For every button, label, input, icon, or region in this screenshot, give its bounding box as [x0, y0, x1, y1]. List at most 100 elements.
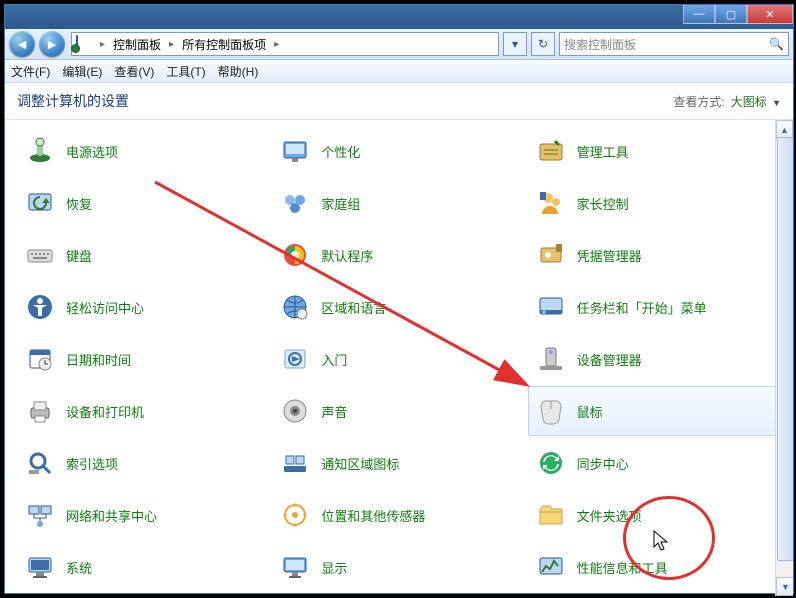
control-panel-item[interactable]: 显示 — [272, 542, 525, 592]
item-label: 日期和时间 — [66, 350, 131, 369]
control-panel-item[interactable]: 系统 — [17, 542, 270, 592]
recovery-icon — [24, 187, 56, 219]
minimize-button[interactable]: — — [683, 5, 715, 24]
menu-help[interactable]: 帮助(H) — [218, 63, 259, 80]
control-panel-item[interactable]: 键盘 — [17, 230, 270, 280]
region-icon — [279, 291, 311, 323]
search-input[interactable]: 搜索控制面板 🔍 — [559, 32, 789, 56]
view-by-selector[interactable]: 大图标 ▼ — [731, 93, 781, 110]
control-panel-item[interactable]: 任务栏和「开始」菜单 — [528, 282, 781, 332]
content-header: 调整计算机的设置 查看方式: 大图标 ▼ — [5, 83, 793, 120]
control-panel-item[interactable]: 索引选项 — [17, 438, 270, 488]
control-panel-item[interactable]: 同步中心 — [528, 438, 781, 488]
view-by-label: 查看方式: — [673, 93, 724, 110]
item-label: 网络和共享中心 — [66, 506, 157, 525]
datetime-icon — [24, 343, 56, 375]
mouse-icon — [535, 395, 567, 427]
vertical-scrollbar[interactable]: ▲ ▼ — [775, 120, 793, 596]
menubar: 文件(F) 编辑(E) 查看(V) 工具(T) 帮助(H) — [5, 60, 793, 83]
control-panel-item[interactable]: 声音 — [272, 386, 525, 436]
items-grid: 电源选项 个性化 管理工具恢复 家庭组家长控制键盘 默认程序 凭据管理器轻松访问中心区域和… — [5, 120, 793, 596]
system-icon — [24, 551, 56, 583]
address-bar: ◄ ► ▸ 控制面板 ▸ 所有控制面板项 ▸ ▾ ↻ 搜索控制面板 🔍 — [5, 29, 793, 60]
notif-icon — [279, 447, 311, 479]
control-panel-item[interactable]: 入门 — [272, 334, 525, 384]
control-panel-icon — [76, 36, 92, 52]
control-panel-item[interactable]: 家长控制 — [528, 178, 781, 228]
scroll-thumb[interactable] — [777, 137, 793, 561]
item-label: 个性化 — [321, 142, 360, 161]
chevron-down-icon: ▼ — [772, 98, 781, 108]
ease-icon — [24, 291, 56, 323]
breadcrumb-sep: ▸ — [98, 39, 107, 50]
refresh-button[interactable]: ↻ — [531, 32, 555, 56]
location-icon — [279, 499, 311, 531]
control-panel-item[interactable]: 个性化 — [272, 126, 525, 176]
devmgr-icon — [535, 343, 567, 375]
getstarted-icon — [279, 343, 311, 375]
item-label: 设备管理器 — [577, 350, 642, 369]
control-panel-item[interactable]: 通知区域图标 — [272, 438, 525, 488]
control-panel-item[interactable]: 文件夹选项 — [528, 490, 781, 540]
control-panel-item[interactable]: 性能信息和工具 — [528, 542, 781, 592]
control-panel-item[interactable]: 鼠标 — [528, 386, 781, 436]
item-label: 声音 — [321, 402, 347, 421]
menu-file[interactable]: 文件(F) — [11, 63, 50, 80]
sync-icon — [535, 447, 567, 479]
titlebar: — ▢ ✕ — [5, 5, 793, 29]
sound-icon — [279, 395, 311, 427]
control-panel-item[interactable]: 日期和时间 — [17, 334, 270, 384]
item-label: 鼠标 — [577, 402, 603, 421]
control-panel-item[interactable]: 网络和共享中心 — [17, 490, 270, 540]
homegroup-icon — [279, 187, 311, 219]
control-panel-item[interactable]: 恢复 — [17, 178, 270, 228]
folder-icon — [535, 499, 567, 531]
menu-edit[interactable]: 编辑(E) — [62, 63, 102, 80]
breadcrumb[interactable]: ▸ 控制面板 ▸ 所有控制面板项 ▸ — [71, 32, 499, 56]
control-panel-item[interactable]: 电源选项 — [17, 126, 270, 176]
credential-icon — [535, 239, 567, 271]
item-label: 性能信息和工具 — [577, 558, 668, 577]
control-panel-item[interactable]: 凭据管理器 — [528, 230, 781, 280]
control-panel-item[interactable]: 管理工具 — [528, 126, 781, 176]
item-label: 显示 — [321, 558, 347, 577]
item-label: 系统 — [66, 558, 92, 577]
control-panel-item[interactable]: 家庭组 — [272, 178, 525, 228]
control-panel-item[interactable]: 位置和其他传感器 — [272, 490, 525, 540]
item-label: 同步中心 — [577, 454, 629, 473]
item-label: 索引选项 — [66, 454, 118, 473]
search-placeholder: 搜索控制面板 — [564, 36, 636, 53]
view-by-value: 大图标 — [731, 95, 767, 109]
control-panel-item[interactable]: 默认程序 — [272, 230, 525, 280]
item-label: 恢复 — [66, 194, 92, 213]
page-title: 调整计算机的设置 — [17, 91, 129, 111]
close-button[interactable]: ✕ — [747, 5, 793, 24]
item-label: 通知区域图标 — [321, 454, 399, 473]
breadcrumb-part[interactable]: 所有控制面板项 — [182, 36, 266, 53]
address-dropdown-button[interactable]: ▾ — [503, 32, 527, 56]
control-panel-item[interactable]: 设备管理器 — [528, 334, 781, 384]
breadcrumb-part[interactable]: 控制面板 — [113, 36, 161, 53]
item-label: 默认程序 — [321, 246, 373, 265]
control-panel-item[interactable]: 区域和语言 — [272, 282, 525, 332]
maximize-button[interactable]: ▢ — [715, 5, 747, 24]
menu-tools[interactable]: 工具(T) — [166, 63, 205, 80]
back-button[interactable]: ◄ — [9, 31, 35, 57]
breadcrumb-sep: ▸ — [167, 39, 176, 50]
power-icon — [24, 135, 56, 167]
control-panel-item[interactable]: 轻松访问中心 — [17, 282, 270, 332]
control-panel-window: — ▢ ✕ ◄ ► ▸ 控制面板 ▸ 所有控制面板项 ▸ ▾ ↻ 搜索控制面板 … — [4, 4, 794, 594]
content-area: 调整计算机的设置 查看方式: 大图标 ▼ 电源选项 个性化 管理工具恢复 家庭组家长控… — [5, 83, 793, 595]
nav-buttons: ◄ ► — [9, 31, 67, 57]
menu-view[interactable]: 查看(V) — [114, 63, 154, 80]
control-panel-item[interactable]: 设备和打印机 — [17, 386, 270, 436]
item-label: 管理工具 — [577, 142, 629, 161]
taskbar-icon — [535, 291, 567, 323]
item-label: 电源选项 — [66, 142, 118, 161]
devprint-icon — [24, 395, 56, 427]
item-label: 设备和打印机 — [66, 402, 144, 421]
forward-button[interactable]: ► — [39, 31, 65, 57]
scroll-down-button[interactable]: ▼ — [776, 577, 793, 596]
item-label: 凭据管理器 — [577, 246, 642, 265]
display-icon — [279, 551, 311, 583]
